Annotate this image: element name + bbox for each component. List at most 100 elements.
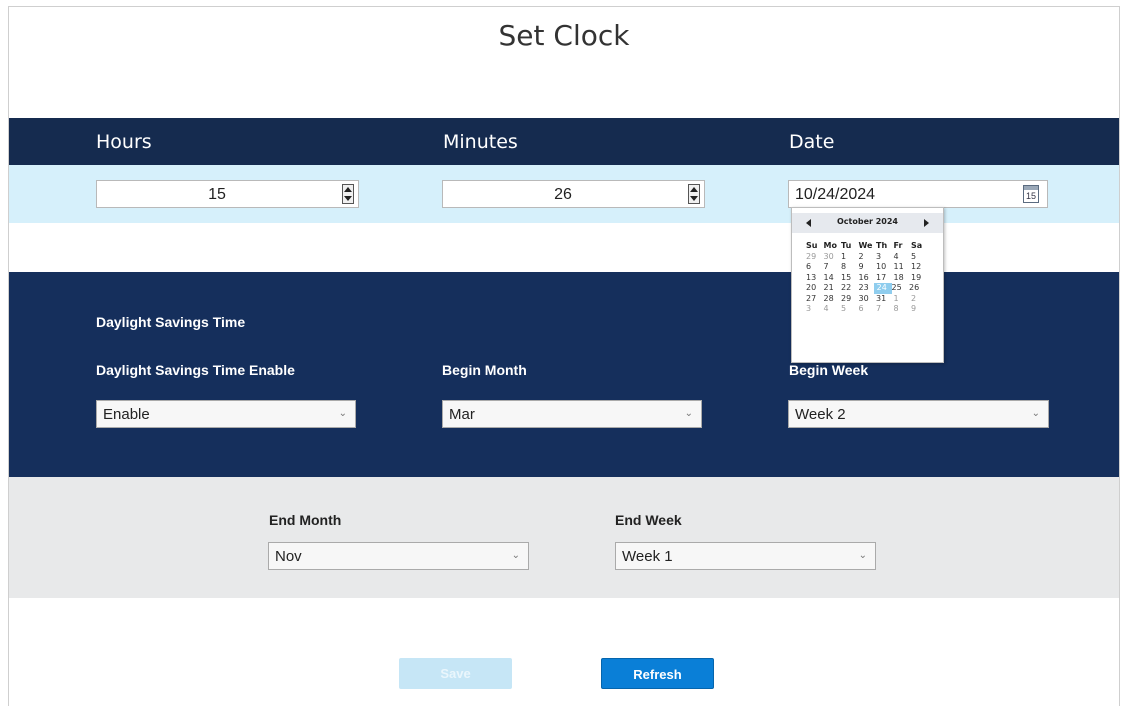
calendar-day[interactable]: 30	[824, 252, 842, 263]
begin-month-label: Begin Month	[442, 362, 527, 378]
calendar-week-row: 13 14 15 16 17 18 19	[806, 273, 929, 284]
date-field[interactable]: 10/24/2024 15	[788, 180, 1048, 208]
calendar-week-row: 29 30 1 2 3 4 5	[806, 252, 929, 263]
calendar-day[interactable]: 1	[841, 252, 859, 263]
hours-decrement-icon[interactable]	[344, 196, 352, 201]
calendar-day[interactable]: 31	[876, 294, 894, 305]
calendar-day[interactable]: 21	[824, 283, 842, 294]
date-value[interactable]: 10/24/2024	[795, 186, 875, 204]
calendar-weekday: Su	[806, 241, 818, 250]
calendar-day[interactable]: 8	[894, 304, 912, 315]
minutes-increment-icon[interactable]	[690, 187, 698, 192]
calendar-day[interactable]: 5	[911, 252, 929, 263]
end-month-value: Nov	[275, 548, 302, 565]
calendar-day[interactable]: 9	[911, 304, 929, 315]
begin-month-select[interactable]: Mar ⌄	[442, 400, 702, 428]
calendar-week-row: 3456789	[806, 304, 929, 315]
hours-increment-icon[interactable]	[344, 187, 352, 192]
calendar-day[interactable]: 6	[806, 262, 824, 273]
calendar-day-selected[interactable]: 24	[874, 283, 892, 294]
dst-section-title: Daylight Savings Time	[96, 314, 246, 330]
calendar-day[interactable]: 3	[876, 252, 894, 263]
end-week-value: Week 1	[622, 548, 673, 565]
calendar-day[interactable]: 4	[824, 304, 842, 315]
dst-section: Daylight Savings Time Daylight Savings T…	[9, 272, 1119, 477]
next-month-icon[interactable]	[924, 219, 929, 227]
hours-value[interactable]: 15	[97, 186, 337, 204]
calendar-month-label[interactable]: October 2024	[792, 217, 943, 226]
calendar-week-row: 20 21 22 23 24 25 26	[806, 283, 929, 294]
end-week-select[interactable]: Week 1 ⌄	[615, 542, 876, 570]
calendar-day[interactable]: 16	[859, 273, 877, 284]
date-label: Date	[789, 131, 835, 153]
begin-week-label: Begin Week	[789, 362, 869, 378]
calendar-week-row: 6 7 8 9 10 11 12	[806, 262, 929, 273]
calendar-day[interactable]: 27	[806, 294, 824, 305]
calendar-weekday: Mo	[823, 241, 837, 250]
calendar-day[interactable]: 14	[824, 273, 842, 284]
minutes-decrement-icon[interactable]	[690, 196, 698, 201]
minutes-label: Minutes	[443, 131, 518, 153]
calendar-day[interactable]: 19	[911, 273, 929, 284]
calendar-day[interactable]: 28	[824, 294, 842, 305]
minutes-spin-buttons[interactable]	[688, 184, 700, 204]
chevron-down-icon: ⌄	[511, 550, 520, 561]
calendar-day[interactable]: 15	[841, 273, 859, 284]
date-picker-popup[interactable]: October 2024 Su Mo Tu We Th Fr Sa 29 30 1 2 3 4 5 6 7 8 9…	[791, 207, 944, 363]
calendar-day[interactable]: 25	[892, 283, 910, 294]
chevron-down-icon: ⌄	[858, 550, 867, 561]
chevron-down-icon: ⌄	[684, 408, 693, 419]
calendar-weekday-row: Su Mo Tu We Th Fr Sa	[806, 241, 929, 252]
calendar-grid: Su Mo Tu We Th Fr Sa 29 30 1 2 3 4 5 6 7 8 9 10 11 12 13 14 15 1…	[806, 241, 929, 315]
calendar-day[interactable]: 2	[859, 252, 877, 263]
calendar-day[interactable]: 7	[876, 304, 894, 315]
calendar-header: October 2024	[792, 213, 943, 233]
calendar-week-row: 27 28 29 30 31 1 2	[806, 294, 929, 305]
calendar-day[interactable]: 29	[841, 294, 859, 305]
save-button[interactable]: Save	[399, 658, 512, 689]
chevron-down-icon: ⌄	[338, 408, 347, 419]
calendar-day[interactable]: 11	[894, 262, 912, 273]
calendar-weekday: Th	[876, 241, 888, 250]
calendar-day[interactable]: 1	[894, 294, 912, 305]
end-month-label: End Month	[269, 512, 342, 528]
calendar-day[interactable]: 26	[909, 283, 927, 294]
end-week-label: End Week	[615, 512, 682, 528]
page-title: Set Clock	[498, 19, 630, 52]
dst-enable-select[interactable]: Enable ⌄	[96, 400, 356, 428]
calendar-weekday: We	[858, 241, 873, 250]
calendar-day[interactable]: 10	[876, 262, 894, 273]
refresh-button[interactable]: Refresh	[601, 658, 714, 689]
calendar-day[interactable]: 6	[859, 304, 877, 315]
chevron-down-icon: ⌄	[1031, 408, 1040, 419]
calendar-day[interactable]: 13	[806, 273, 824, 284]
calendar-day[interactable]: 4	[894, 252, 912, 263]
set-clock-panel: Set Clock Hours Minutes Date 15 26 10/24…	[8, 6, 1120, 706]
dst-end-section: End Month End Week Nov ⌄ Week 1 ⌄	[9, 477, 1119, 598]
time-input-band: 15 26 10/24/2024 15	[9, 165, 1119, 223]
calendar-day[interactable]: 29	[806, 252, 824, 263]
calendar-day[interactable]: 3	[806, 304, 824, 315]
calendar-day[interactable]: 17	[876, 273, 894, 284]
calendar-day[interactable]: 30	[859, 294, 877, 305]
calendar-day[interactable]: 2	[911, 294, 929, 305]
hours-stepper[interactable]: 15	[96, 180, 359, 208]
calendar-day[interactable]: 9	[859, 262, 877, 273]
calendar-day[interactable]: 7	[824, 262, 842, 273]
minutes-value[interactable]: 26	[443, 186, 683, 204]
begin-week-select[interactable]: Week 2 ⌄	[788, 400, 1049, 428]
calendar-day[interactable]: 20	[806, 283, 824, 294]
dst-enable-value: Enable	[103, 406, 150, 423]
calendar-weekday: Fr	[893, 241, 903, 250]
calendar-day[interactable]: 5	[841, 304, 859, 315]
minutes-stepper[interactable]: 26	[442, 180, 705, 208]
calendar-day[interactable]: 22	[841, 283, 859, 294]
begin-month-value: Mar	[449, 406, 475, 423]
calendar-day[interactable]: 12	[911, 262, 929, 273]
calendar-day[interactable]: 18	[894, 273, 912, 284]
calendar-day[interactable]: 8	[841, 262, 859, 273]
calendar-icon[interactable]: 15	[1023, 185, 1039, 203]
hours-label: Hours	[96, 131, 152, 153]
end-month-select[interactable]: Nov ⌄	[268, 542, 529, 570]
hours-spin-buttons[interactable]	[342, 184, 354, 204]
